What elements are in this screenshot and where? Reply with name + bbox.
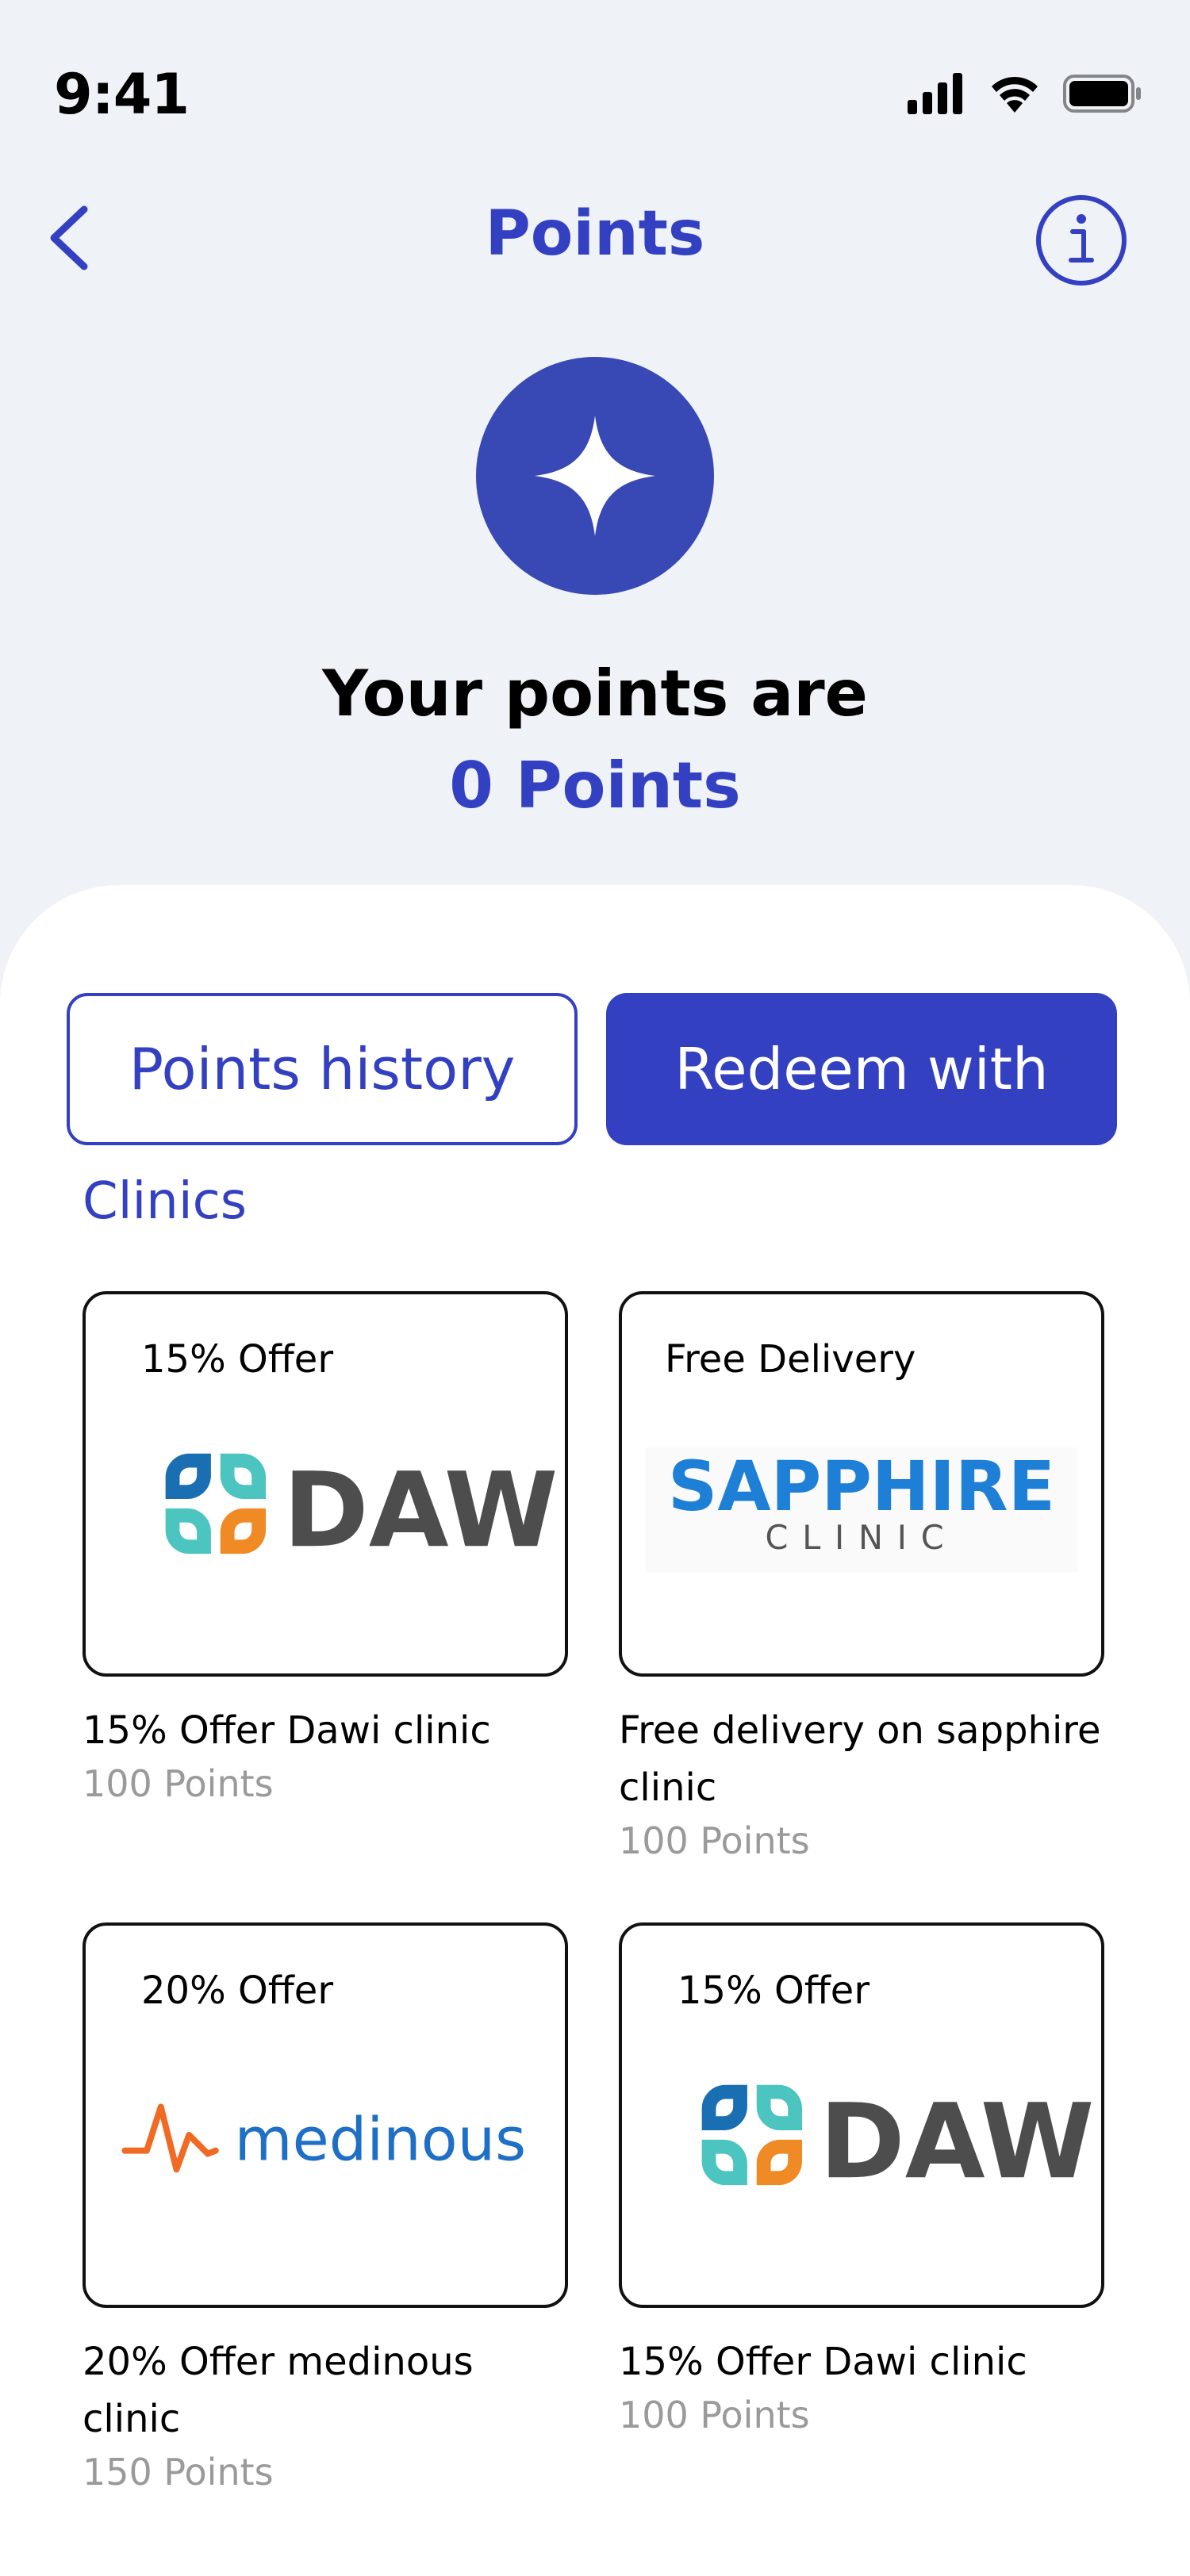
heartbeat-icon <box>121 2103 219 2173</box>
offer-title: 20% Offer medinous clinic <box>83 2340 474 2441</box>
offer-card-medinous[interactable]: 20% Offer medinous <box>83 1922 568 2308</box>
points-screen: 9:41 Points Your points are 0 Points Poi… <box>0 0 1190 2576</box>
dawi-logo: DAWI <box>165 1450 565 1570</box>
status-icons <box>908 73 1146 114</box>
battery-icon <box>1063 75 1141 113</box>
points-unit: Points <box>515 749 741 822</box>
points-number: 0 <box>449 749 493 822</box>
offer-card-dawi[interactable]: 15% Offer DAWI <box>83 1291 568 1677</box>
status-time: 9:41 <box>54 62 190 127</box>
section-title-clinics: Clinics <box>83 1172 248 1231</box>
offer-card-dawi[interactable]: 15% Offer DAWI <box>619 1922 1104 2308</box>
offer-points: 150 Points <box>83 2451 274 2494</box>
offer-tag: Free Delivery <box>665 1337 916 1382</box>
points-total: 0 Points <box>0 749 1190 822</box>
offer-points: 100 Points <box>619 2394 810 2436</box>
dawi-logo-text: DAWI <box>283 1450 565 1570</box>
offer-card-sapphire[interactable]: Free Delivery SAPPHIRE CLINIC <box>619 1291 1104 1677</box>
signal-icon <box>908 73 962 114</box>
medinous-logo: medinous <box>121 2103 527 2175</box>
sapphire-logo: SAPPHIRE CLINIC <box>645 1447 1078 1573</box>
info-icon <box>1036 195 1127 286</box>
sapphire-logo-subtext: CLINIC <box>766 1519 958 1557</box>
offer-title: 15% Offer Dawi clinic <box>619 2340 1027 2384</box>
redeem-with-tab[interactable]: Redeem with <box>606 993 1117 1145</box>
offer-points: 100 Points <box>83 1762 274 1805</box>
dawi-logo: DAWI <box>701 2081 1101 2202</box>
offer-tag: 15% Offer <box>141 1337 334 1382</box>
offer-tag: 15% Offer <box>678 1968 870 2013</box>
offer-title: Free delivery on sapphire clinic <box>619 1708 1101 1810</box>
offer-tag: 20% Offer <box>141 1968 334 2013</box>
points-history-tab[interactable]: Points history <box>67 993 578 1145</box>
info-button[interactable] <box>1035 194 1128 287</box>
sparkle-star-icon <box>535 416 655 536</box>
points-badge <box>476 357 714 595</box>
sapphire-logo-text: SAPPHIRE <box>668 1447 1055 1527</box>
offer-title: 15% Offer Dawi clinic <box>83 1708 491 1753</box>
offer-points: 100 Points <box>619 1819 810 1862</box>
points-headline: Your points are <box>322 657 868 730</box>
wifi-icon <box>992 76 1038 113</box>
page-title: Points <box>485 198 705 270</box>
dawi-logo-text: DAWI <box>820 2081 1101 2202</box>
medinous-logo-text: medinous <box>235 2105 527 2175</box>
